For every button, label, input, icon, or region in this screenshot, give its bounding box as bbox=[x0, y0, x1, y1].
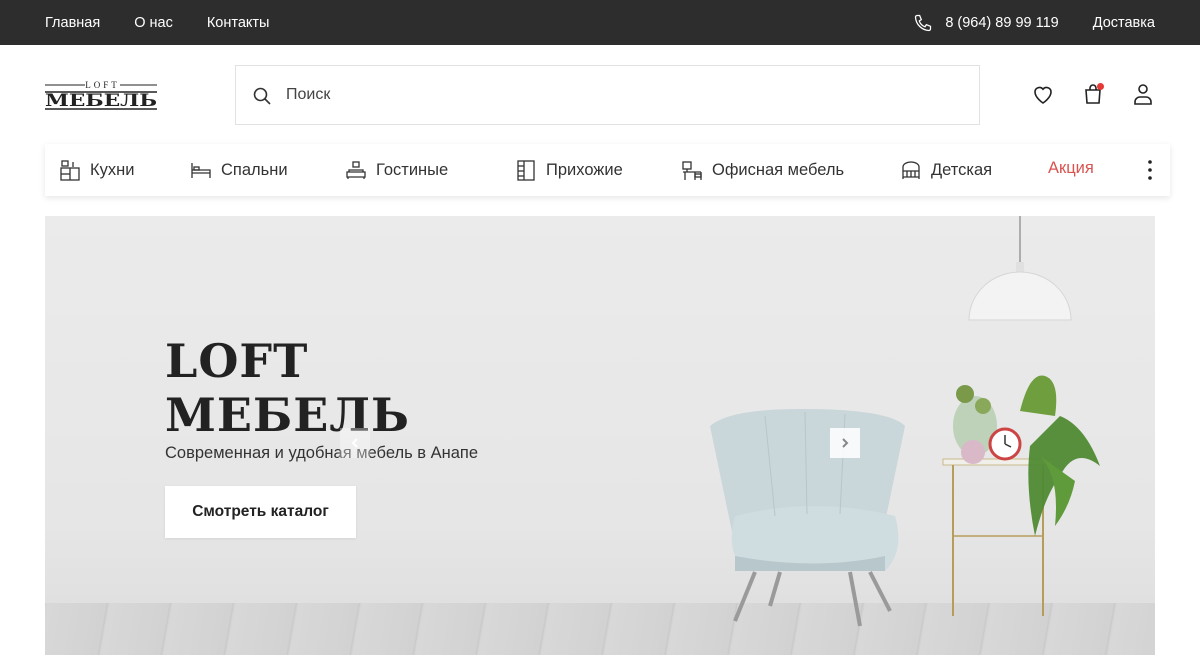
logo-top-text: LOFT bbox=[85, 80, 120, 90]
category-label: Офисная мебель bbox=[712, 160, 845, 179]
heart-icon bbox=[1034, 86, 1052, 104]
living-room-icon bbox=[346, 161, 366, 179]
logo-main-text: МЕБЕЛЬ bbox=[45, 91, 157, 111]
search-input[interactable] bbox=[286, 66, 966, 124]
nav-link-home[interactable]: Главная bbox=[45, 15, 100, 31]
hero-title-line1: LOFT bbox=[165, 334, 309, 388]
phone-icon bbox=[915, 14, 932, 31]
kitchen-icon bbox=[60, 160, 80, 181]
search-icon[interactable] bbox=[252, 86, 272, 106]
favorites-button[interactable] bbox=[1031, 82, 1055, 106]
category-label: Гостиные bbox=[376, 160, 449, 179]
more-vertical-icon[interactable] bbox=[1146, 158, 1154, 182]
category-label: Кухни bbox=[90, 160, 135, 179]
category-sale[interactable]: Акция bbox=[1048, 159, 1094, 178]
crib-icon bbox=[902, 161, 920, 179]
slider-prev-button[interactable] bbox=[340, 428, 370, 458]
cart-button[interactable] bbox=[1081, 82, 1105, 106]
search-box bbox=[235, 65, 980, 125]
category-bedrooms[interactable]: Спальни bbox=[190, 159, 288, 181]
wardrobe-icon bbox=[517, 160, 535, 181]
category-label: Спальни bbox=[221, 160, 288, 179]
category-office[interactable]: Офисная мебель bbox=[681, 159, 844, 181]
hero-banner: LOFT МЕБЕЛЬ Современная и удобная мебель… bbox=[45, 216, 1155, 655]
hero-title-line2: МЕБЕЛЬ bbox=[165, 388, 410, 442]
header-icons bbox=[1031, 82, 1155, 106]
hero-subtitle: Современная и удобная мебель в Анапе bbox=[165, 444, 479, 462]
top-bar: Главная О нас Контакты 8 (964) 89 99 119… bbox=[0, 0, 1200, 45]
user-icon bbox=[1134, 84, 1152, 105]
account-button[interactable] bbox=[1131, 82, 1155, 106]
category-kids[interactable]: Детская bbox=[900, 159, 992, 181]
category-label: Прихожие bbox=[546, 160, 623, 179]
category-label: Детская bbox=[931, 160, 993, 179]
chevron-right-icon bbox=[842, 438, 849, 448]
nav-link-contacts[interactable]: Контакты bbox=[207, 15, 270, 31]
bed-icon bbox=[191, 163, 211, 178]
chevron-left-icon bbox=[351, 438, 358, 448]
top-bar-right: 8 (964) 89 99 119 Доставка bbox=[913, 0, 1155, 45]
phone-link[interactable]: 8 (964) 89 99 119 bbox=[913, 13, 1059, 33]
top-nav: Главная О нас Контакты bbox=[45, 0, 269, 45]
phone-number: 8 (964) 89 99 119 bbox=[945, 14, 1059, 31]
hero-title: LOFT МЕБЕЛЬ bbox=[165, 334, 410, 442]
view-catalog-button[interactable]: Смотреть каталог bbox=[165, 486, 356, 538]
category-kitchens[interactable]: Кухни bbox=[59, 159, 134, 181]
logo[interactable]: LOFT МЕБЕЛЬ bbox=[45, 80, 160, 112]
category-nav: Кухни Спальни Гостиные Прихожие Офисная … bbox=[45, 144, 1170, 196]
nav-link-about[interactable]: О нас bbox=[134, 15, 173, 31]
cart-badge bbox=[1097, 83, 1104, 90]
category-hallways[interactable]: Прихожие bbox=[515, 159, 623, 181]
nav-link-delivery[interactable]: Доставка bbox=[1093, 15, 1155, 31]
slider-next-button[interactable] bbox=[830, 428, 860, 458]
office-icon bbox=[682, 161, 702, 180]
category-living-rooms[interactable]: Гостиные bbox=[345, 159, 448, 181]
category-label: Акция bbox=[1048, 159, 1094, 177]
